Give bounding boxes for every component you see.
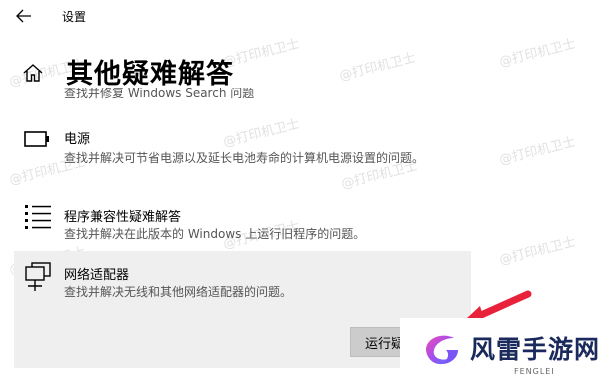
- troubleshooter-item-power[interactable]: 电源 查找并解决可节省电源以及延长电池寿命的计算机电源设置的问题。: [0, 120, 600, 190]
- list-icon: [25, 205, 51, 229]
- item-description: 查找并解决在此版本的 Windows 上运行旧程序的问题。: [64, 227, 366, 241]
- item-title: 程序兼容性疑难解答: [64, 210, 182, 225]
- back-arrow-icon: [16, 9, 31, 23]
- item-title: 电源: [64, 132, 91, 147]
- brand-subtitle: FENGLEI: [514, 367, 555, 376]
- title-bar: 设置: [0, 0, 600, 34]
- back-button[interactable]: [14, 6, 34, 26]
- item-title: 网络适配器: [64, 268, 130, 283]
- brand-name: 风雷手游网: [470, 335, 600, 364]
- app-title: 设置: [62, 10, 87, 24]
- troubleshooter-item-program-compatibility[interactable]: 程序兼容性疑难解答 查找并解决在此版本的 Windows 上运行旧程序的问题。: [0, 198, 600, 248]
- battery-icon: [24, 131, 49, 147]
- item-description: 查找并解决可节省电源以及延长电池寿命的计算机电源设置的问题。: [64, 151, 425, 165]
- watermark: @打印机卫士: [497, 36, 578, 71]
- item-description: 查找并解决无线和其他网络适配器的问题。: [64, 285, 293, 299]
- partial-item-description: 查找并修复 Windows Search 问题: [64, 88, 255, 100]
- page-title: 其他疑难解答: [66, 59, 234, 90]
- network-adapter-icon: [25, 262, 51, 291]
- watermark: @打印机卫士: [337, 50, 418, 85]
- home-icon[interactable]: [22, 62, 44, 84]
- fenglei-logo-icon: [426, 335, 458, 365]
